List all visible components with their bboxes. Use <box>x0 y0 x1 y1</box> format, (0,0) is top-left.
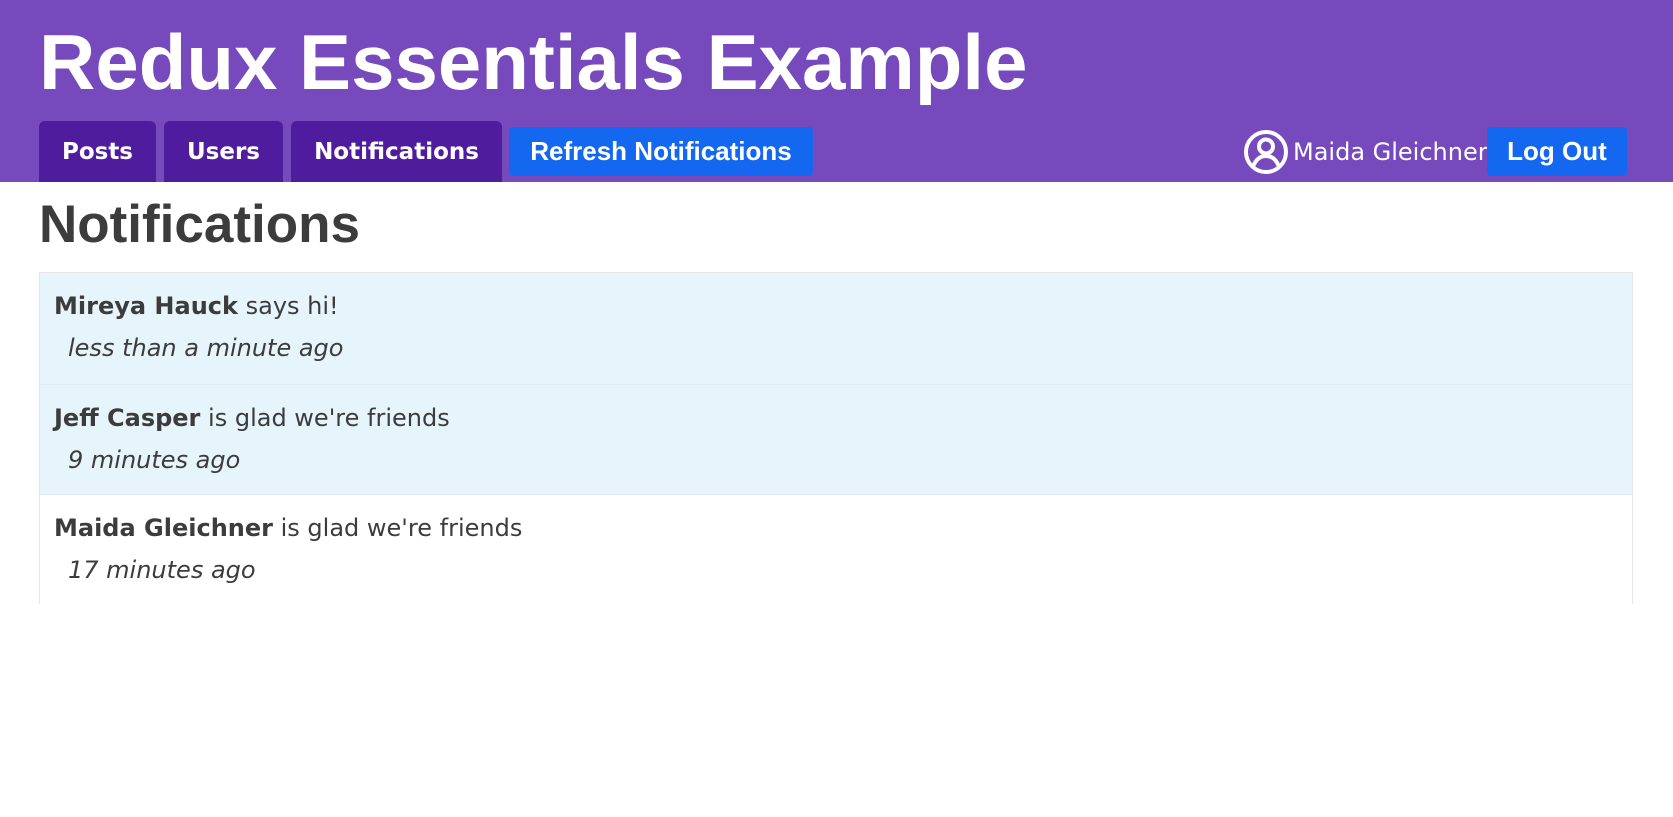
notification-text: says hi! <box>245 292 339 320</box>
notification-time: 17 minutes ago <box>68 556 256 584</box>
log-out-button[interactable]: Log Out <box>1487 127 1627 176</box>
app-header: Redux Essentials Example Posts Users Not… <box>0 0 1673 182</box>
app-title: Redux Essentials Example <box>39 18 1028 106</box>
notification-text: is glad we're friends <box>280 514 523 542</box>
nav-tab-notifications[interactable]: Notifications <box>291 121 502 182</box>
notification-item: Maida Gleichner is glad we're friends 17… <box>40 494 1632 605</box>
notification-author: Jeff Casper <box>54 404 201 432</box>
notification-author: Maida Gleichner <box>54 514 273 542</box>
notification-list: Mireya Hauck says hi! less than a minute… <box>39 272 1633 605</box>
nav-tab-posts[interactable]: Posts <box>39 121 156 182</box>
nav-tab-users[interactable]: Users <box>164 121 283 182</box>
notification-message: Maida Gleichner is glad we're friends <box>54 511 522 545</box>
notification-message: Jeff Casper is glad we're friends <box>54 401 450 435</box>
current-user-name: Maida Gleichner <box>1293 138 1488 166</box>
notification-message: Mireya Hauck says hi! <box>54 289 339 323</box>
notification-author: Mireya Hauck <box>54 292 238 320</box>
notification-text: is glad we're friends <box>208 404 450 432</box>
notification-time: less than a minute ago <box>68 334 344 362</box>
refresh-notifications-button[interactable]: Refresh Notifications <box>509 127 813 176</box>
notification-item: Jeff Casper is glad we're friends 9 minu… <box>40 384 1632 495</box>
page-title: Notifications <box>39 195 360 254</box>
notification-time: 9 minutes ago <box>68 446 241 474</box>
notification-item: Mireya Hauck says hi! less than a minute… <box>40 273 1632 384</box>
user-circle-icon <box>1243 129 1289 175</box>
